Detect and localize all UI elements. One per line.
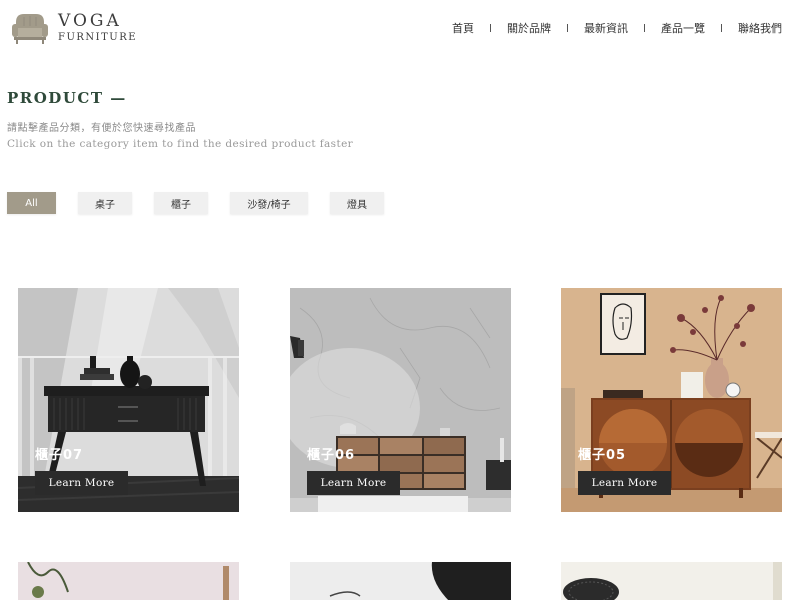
learn-more-button[interactable]: Learn More [578, 471, 671, 495]
section-description-en: Click on the category item to find the d… [7, 138, 354, 150]
brand-name: VOGA [58, 10, 122, 31]
nav-divider [567, 24, 568, 32]
product-image [18, 562, 239, 600]
filter-lamps-button[interactable]: 燈具 [330, 192, 384, 214]
filter-all-button[interactable]: All [7, 192, 56, 214]
nav-divider [644, 24, 645, 32]
section-title: PRODUCT — [7, 89, 127, 107]
filter-cabinets-button[interactable]: 櫃子 [154, 192, 208, 214]
product-card[interactable] [290, 562, 511, 600]
learn-more-button[interactable]: Learn More [307, 471, 400, 495]
nav-products[interactable]: 產品一覽 [661, 20, 705, 36]
product-title: 櫃子06 [307, 448, 356, 463]
nav-about[interactable]: 關於品牌 [507, 20, 551, 36]
filter-tables-button[interactable]: 桌子 [78, 192, 132, 214]
nav-divider [721, 24, 722, 32]
nav-news[interactable]: 最新資訊 [584, 20, 628, 36]
product-image [561, 562, 782, 600]
product-card[interactable] [18, 562, 239, 600]
nav-home[interactable]: 首頁 [452, 20, 474, 36]
product-card[interactable]: 櫃子06 Learn More [290, 288, 511, 512]
product-title: 櫃子07 [35, 448, 84, 463]
product-card[interactable] [561, 562, 782, 600]
category-filters: All 桌子 櫃子 沙發/椅子 燈具 [7, 192, 406, 214]
nav-divider [490, 24, 491, 32]
product-card[interactable]: 櫃子07 Learn More [18, 288, 239, 512]
nav-contact[interactable]: 聯絡我們 [738, 20, 782, 36]
product-title: 櫃子05 [578, 448, 627, 463]
main-nav: 首頁 關於品牌 最新資訊 產品一覽 聯絡我們 [452, 20, 782, 36]
learn-more-button[interactable]: Learn More [35, 471, 128, 495]
brand-logo[interactable]: VOGA FURNITURE [10, 8, 137, 46]
site-header: VOGA FURNITURE 首頁 關於品牌 最新資訊 產品一覽 聯絡我們 [0, 0, 800, 56]
product-image [290, 562, 511, 600]
brand-subtitle: FURNITURE [58, 31, 138, 43]
section-description-zh: 請點擊產品分類，有便於您快速尋找產品 [7, 123, 196, 134]
product-card[interactable]: 櫃子05 Learn More [561, 288, 782, 512]
filter-sofas-chairs-button[interactable]: 沙發/椅子 [230, 192, 308, 214]
armchair-icon [12, 14, 48, 44]
